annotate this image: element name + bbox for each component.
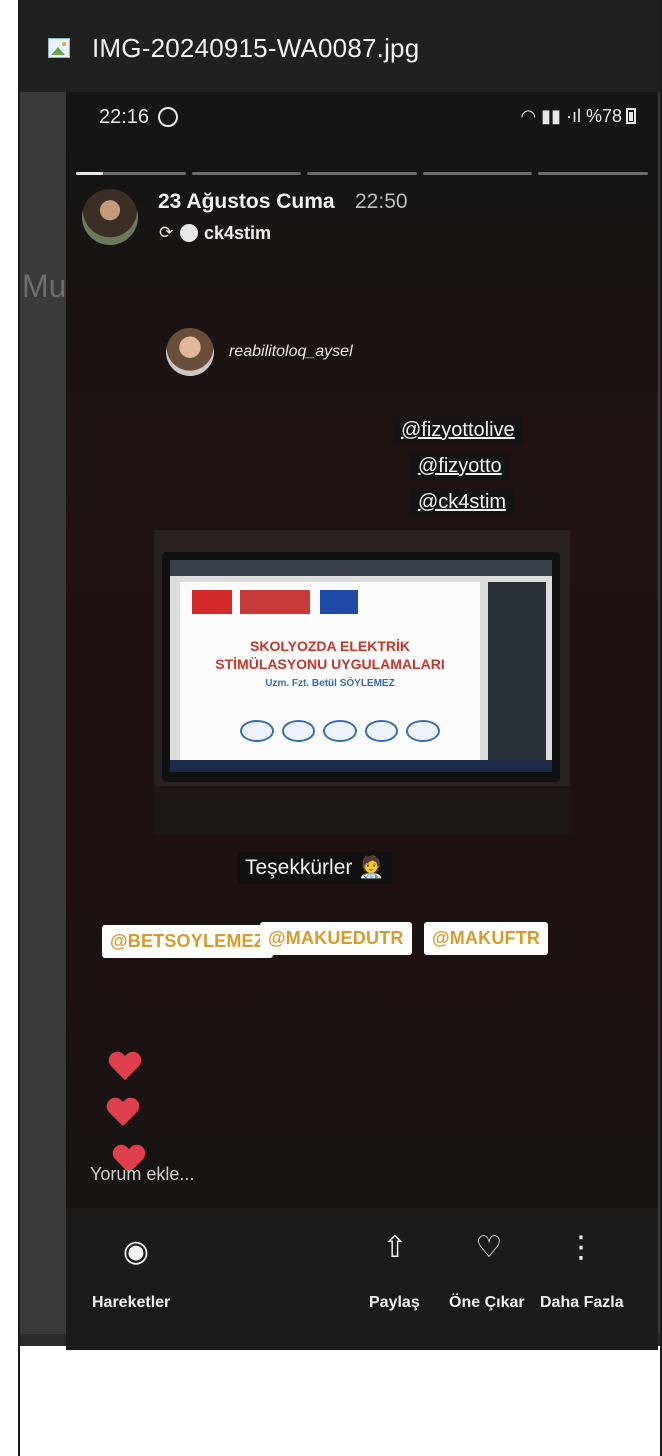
participants-panel [488, 582, 546, 762]
mention-username[interactable]: reabilitoloq_aysel [229, 343, 353, 361]
more-button[interactable]: Daha Fazla [540, 1294, 624, 1312]
laptop-base [154, 786, 570, 835]
windows-taskbar [170, 760, 552, 772]
progress-segment-fill [76, 172, 104, 175]
progress-segment [538, 172, 648, 175]
heart-icon [108, 1052, 142, 1082]
phone-screenshot: 22:16 ◠ ▮▮ ·ıl %78 23 Ağustos Cuma 22:50… [66, 92, 658, 1350]
story-date: 23 Ağustos Cuma [158, 190, 335, 213]
slide-author: Uzm. Fzt. Betül SÖYLEMEZ [265, 678, 395, 689]
heart-icon [106, 1098, 140, 1128]
highlight-button[interactable]: Öne Çıkar [449, 1294, 525, 1312]
story-photo: SKOLYOZDA ELEKTRİK STİMÜLASYONU UYGULAMA… [154, 530, 570, 835]
story-tag[interactable]: @fizyotto [410, 453, 510, 480]
image-file-icon [48, 38, 70, 58]
story-tag[interactable]: @fizyottolive [393, 417, 523, 444]
battery-percent: %78 [585, 106, 622, 126]
reposted-user-avatar [180, 224, 198, 242]
battery-icon [626, 108, 636, 124]
presentation-slide: SKOLYOZDA ELEKTRİK STİMÜLASYONU UYGULAMA… [180, 582, 480, 762]
story-action-bar: ◉ ⇧ ♡ ⋮ Hareketler Paylaş Öne Çıkar Daha… [66, 1208, 658, 1350]
share-button[interactable]: Paylaş [369, 1294, 420, 1312]
status-bar: 22:16 ◠ ▮▮ ·ıl %78 [66, 92, 658, 150]
image-viewer-window: IMG-20240915-WA0087.jpg Mul 22:16 ◠ ▮▮ ·… [0, 0, 662, 1456]
mention-chip[interactable]: @MAKUFTR [424, 922, 549, 955]
slide-title-line1: SKOLYOZDA ELEKTRİK [250, 638, 410, 654]
organization-logo [240, 590, 310, 614]
meeting-toolbar [170, 560, 552, 576]
share-icon[interactable]: ⇧ [378, 1230, 412, 1265]
reposted-username[interactable]: ck4stim [204, 223, 271, 244]
highlight-icon[interactable]: ♡ [469, 1230, 509, 1265]
more-vertical-icon[interactable]: ⋮ [566, 1230, 596, 1265]
story-tag[interactable]: @ck4stim [410, 489, 515, 516]
mention-chip[interactable]: @BETSOYLEMEZ [102, 925, 273, 958]
actions-button[interactable]: Hareketler [92, 1294, 170, 1312]
poster-avatar[interactable] [82, 189, 138, 245]
story-progress-bar [76, 172, 648, 175]
slide-logos [240, 720, 440, 742]
status-indicators: ◠ ▮▮ ·ıl %78 [520, 106, 636, 127]
progress-segment [76, 172, 186, 175]
progress-segment [307, 172, 417, 175]
status-time: 22:16 [99, 106, 150, 128]
reply-input[interactable]: Yorum ekle... [90, 1160, 490, 1196]
progress-segment [422, 172, 533, 175]
progress-segment [191, 172, 302, 175]
eye-icon[interactable]: ◉ [116, 1234, 156, 1269]
repost-icon: ⟳ [159, 223, 174, 242]
mention-chip[interactable]: @MAKUEDUTR [260, 922, 412, 955]
whatsapp-icon [158, 107, 178, 127]
file-name-title: IMG-20240915-WA0087.jpg [92, 33, 420, 63]
mention-avatar [166, 328, 214, 376]
turkey-flag [192, 590, 232, 614]
story-caption: Teşekkürler 🧑‍⚕️ [237, 852, 393, 884]
wifi-signal-icon: ◠ ▮▮ ·ıl [520, 106, 586, 126]
eu-flag [320, 590, 358, 614]
laptop-screen: SKOLYOZDA ELEKTRİK STİMÜLASYONU UYGULAMA… [170, 560, 552, 772]
viewer-titlebar: IMG-20240915-WA0087.jpg [20, 0, 660, 92]
slide-title-line2: STİMÜLASYONU UYGULAMALARI [215, 656, 445, 672]
story-time: 22:50 [355, 190, 408, 213]
